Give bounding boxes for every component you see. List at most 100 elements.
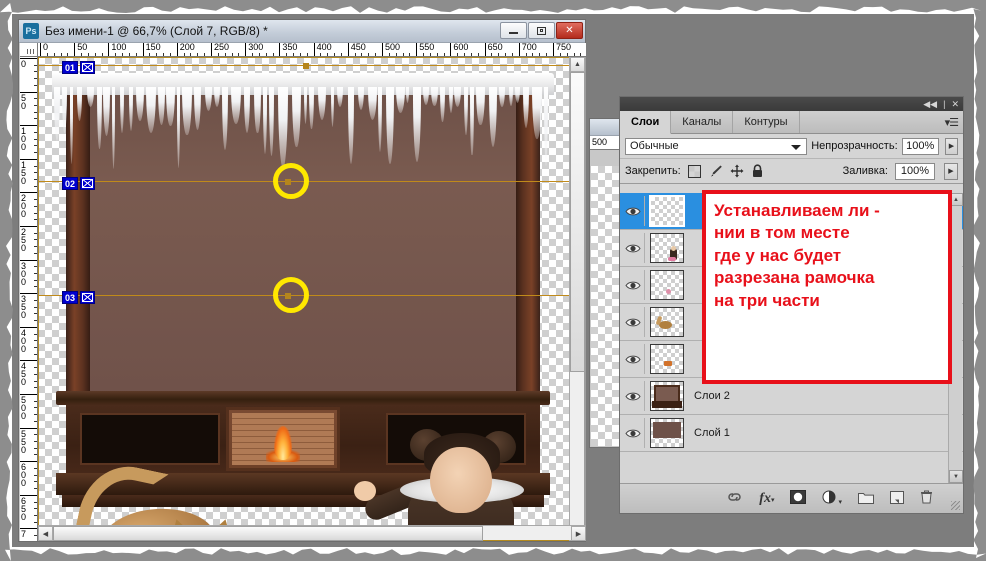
close-button[interactable]: ✕: [556, 22, 583, 39]
all-lock-icon[interactable]: [751, 164, 765, 178]
icicle: [470, 87, 474, 156]
ruler-subtick-h: [94, 53, 96, 56]
layer-visibility-eye-icon[interactable]: [622, 381, 645, 411]
brush-lock-icon[interactable]: [709, 164, 723, 178]
icicle: [348, 87, 355, 164]
vertical-ruler[interactable]: 0 50 100 150 200 250 300 350 400 450 500 550 600 650 7: [20, 57, 38, 541]
opacity-slider-icon[interactable]: ▶: [944, 137, 958, 155]
ruler-origin-corner[interactable]: [20, 43, 38, 57]
scroll-right-icon[interactable]: ▶: [571, 526, 586, 541]
tab-layers[interactable]: Слои: [620, 111, 672, 134]
ruler-label-h-450: 450: [350, 43, 366, 52]
maximize-button[interactable]: [528, 22, 555, 39]
layer-row[interactable]: Слой 1: [620, 415, 963, 452]
layers-scroll-down-icon[interactable]: ▼: [949, 470, 963, 483]
ruler-subtick-h: [60, 53, 62, 56]
layer-visibility-eye-icon[interactable]: [622, 233, 645, 263]
ruler-tick-v-300: 300: [20, 259, 37, 286]
fill-slider-icon[interactable]: ▶: [944, 162, 958, 180]
ruler-subtick-v: [34, 138, 37, 140]
delete-layer-icon[interactable]: [920, 490, 933, 507]
ruler-subtick-h: [163, 53, 165, 56]
document-canvas[interactable]: [38, 57, 570, 541]
collapse-panel-icon[interactable]: ◀◀: [923, 99, 937, 110]
scroll-left-icon[interactable]: ◀: [38, 526, 53, 541]
layer-visibility-eye-icon[interactable]: [622, 418, 645, 448]
ruler-label-h-350: 350: [282, 43, 298, 52]
layer-thumbnail[interactable]: [649, 195, 685, 227]
ruler-subtick-h: [258, 53, 260, 56]
ruler-subtick-v: [34, 306, 37, 308]
ruler-subtick-v: [34, 400, 37, 402]
close-panel-icon[interactable]: ✕: [951, 99, 959, 110]
mantel-panel-left: [80, 413, 220, 465]
ruler-label-h-0: 0: [43, 43, 49, 52]
vertical-scroll-thumb[interactable]: [570, 72, 585, 372]
layer-thumbnail[interactable]: [650, 418, 684, 448]
document-vertical-scrollbar[interactable]: ▲ ▼: [569, 57, 585, 541]
ruler-subtick-v: [34, 387, 37, 389]
layer-thumbnail[interactable]: [650, 381, 684, 411]
document-horizontal-scrollbar[interactable]: ◀ ▶: [38, 525, 586, 541]
horizontal-ruler[interactable]: 0 50 100 150 200 250 300 350 400 450 500 550 600 650 7…: [38, 43, 586, 57]
tab-channels-label: Каналы: [682, 116, 722, 128]
fill-input[interactable]: 100%: [895, 162, 935, 180]
tab-paths[interactable]: Контуры: [733, 111, 800, 133]
ruler-subtick-v: [34, 152, 37, 154]
horizontal-scroll-thumb[interactable]: [53, 526, 483, 541]
layer-visibility-eye-icon[interactable]: [622, 270, 645, 300]
transparency-lock-icon[interactable]: [688, 164, 702, 178]
layer-thumbnail[interactable]: [650, 270, 684, 300]
panel-menu-icon[interactable]: ▾☰: [945, 116, 959, 129]
ruler-subtick-v: [34, 501, 37, 503]
link-layers-icon[interactable]: [726, 491, 743, 506]
ruler-subtick-v: [34, 266, 37, 268]
document-titlebar[interactable]: Ps Без имени-1 @ 66,7% (Слой 7, RGB/8) *…: [19, 20, 585, 43]
adjustment-layer-icon[interactable]: ▾: [822, 490, 842, 507]
guide-badge-01[interactable]: 01: [62, 61, 96, 74]
tab-channels[interactable]: Каналы: [671, 111, 734, 133]
layer-visibility-eye-icon[interactable]: [622, 344, 645, 374]
icicle: [278, 87, 288, 168]
panel-tabs[interactable]: Слои Каналы Контуры ▾☰: [620, 111, 963, 134]
canvas-viewport[interactable]: 01 02 03: [38, 57, 586, 541]
move-lock-icon[interactable]: [730, 164, 744, 178]
blend-mode-select[interactable]: Обычные: [625, 137, 808, 155]
guide-badge-03[interactable]: 03: [62, 291, 96, 304]
layer-visibility-eye-icon[interactable]: [622, 307, 645, 337]
scroll-up-icon[interactable]: ▲: [570, 57, 585, 72]
ruler-subtick-h: [87, 53, 89, 56]
new-layer-icon[interactable]: [890, 490, 904, 507]
minimize-button[interactable]: [500, 22, 527, 39]
layer-style-fx-icon[interactable]: fx▾: [759, 491, 774, 507]
layer-visibility-eye-icon[interactable]: [622, 196, 645, 226]
layer-thumbnail[interactable]: [650, 307, 684, 337]
icicle: [532, 87, 542, 140]
panel-titlebar[interactable]: ◀◀ | ✕: [620, 97, 963, 111]
ruler-subtick-v: [34, 521, 37, 523]
opacity-input[interactable]: 100%: [901, 137, 939, 155]
layer-mask-icon[interactable]: [790, 490, 807, 507]
ruler-subtick-h: [375, 53, 377, 56]
ruler-subtick-h: [67, 53, 69, 56]
guide-badge-number-01: 01: [62, 61, 79, 74]
ruler-label-h-150: 150: [145, 43, 161, 52]
flame-icon: [274, 426, 292, 460]
guide-line-01[interactable]: [38, 63, 570, 69]
new-group-icon[interactable]: [858, 491, 874, 507]
ruler-label-v-300: 300: [21, 260, 27, 287]
ruler-subtick-v: [34, 118, 37, 120]
icicle: [405, 87, 410, 103]
icicle: [309, 87, 314, 130]
document-window[interactable]: Ps Без имени-1 @ 66,7% (Слой 7, RGB/8) *…: [18, 19, 586, 542]
guide-badge-02[interactable]: 02: [62, 177, 96, 190]
layer-thumbnail[interactable]: [650, 233, 684, 263]
layer-thumbnail[interactable]: [650, 344, 684, 374]
ruler-label-h-550: 550: [419, 43, 435, 52]
panel-resize-grip[interactable]: [951, 501, 960, 510]
icicle: [112, 87, 116, 169]
screenshot-root: 500 Ps Без имени-1 @ 66,7% (Слой 7, RGB/…: [0, 0, 986, 561]
ruler-subtick-h: [368, 53, 370, 56]
icicle: [509, 87, 513, 106]
layers-panel-toolbar[interactable]: fx▾ ▾: [620, 483, 963, 513]
